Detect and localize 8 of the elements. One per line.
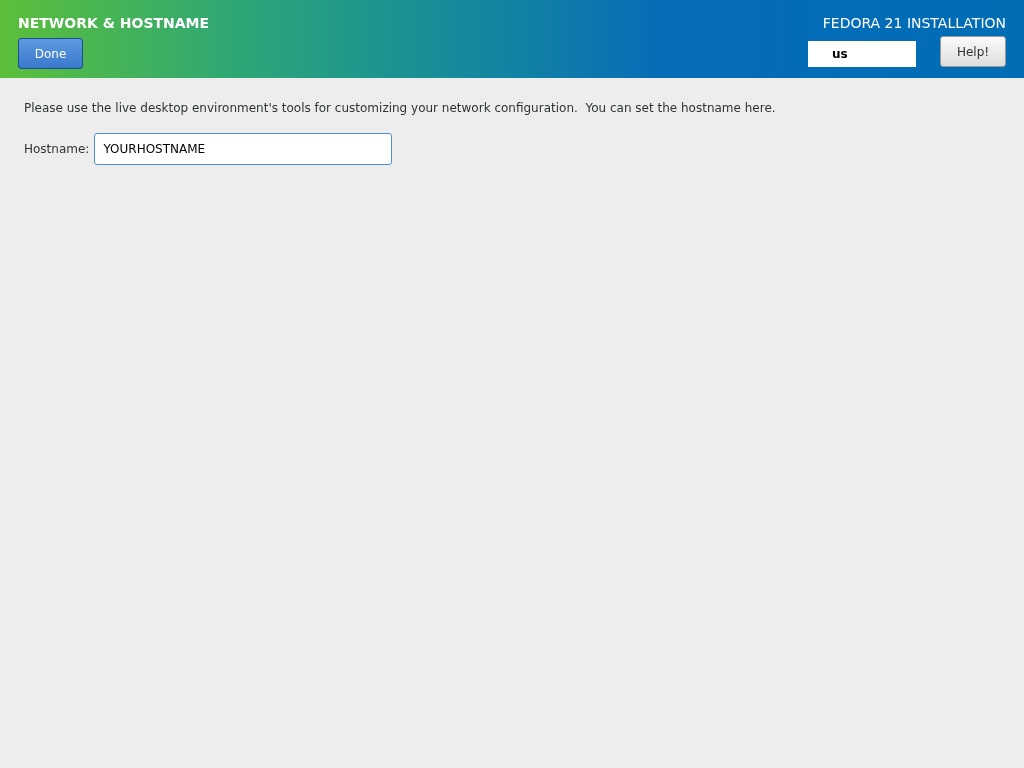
done-button[interactable]: Done [18, 38, 83, 69]
instruction-text: Please use the live desktop environment's tools for customizing your network configuration. You can set the hostname here. [24, 100, 777, 117]
page-title: NETWORK & HOSTNAME [18, 14, 210, 33]
help-button[interactable]: Help! [940, 36, 1006, 67]
keyboard-layout-indicator[interactable]: us [808, 41, 916, 67]
hostname-label: Hostname: [24, 141, 90, 158]
hostname-field[interactable]: YOURHOSTNAME [94, 133, 393, 165]
product-title: FEDORA 21 INSTALLATION [822, 14, 1006, 33]
